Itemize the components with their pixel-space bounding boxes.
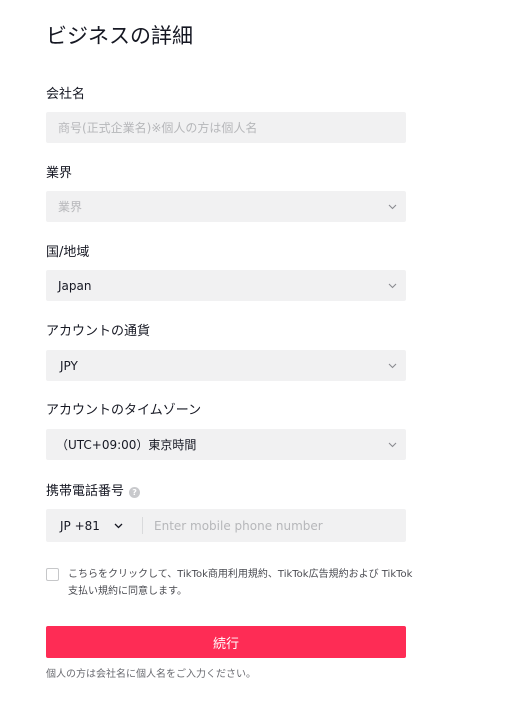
chevron-down-icon: [378, 270, 406, 301]
country-select[interactable]: Japan: [46, 270, 406, 301]
chevron-down-icon: [378, 350, 406, 381]
company-name-input[interactable]: [46, 112, 406, 143]
company-name-label: 会社名: [46, 87, 86, 102]
industry-select-placeholder: 業界: [58, 200, 83, 214]
country-code-select[interactable]: JP +81: [46, 509, 142, 542]
chevron-down-icon: [378, 429, 406, 460]
chevron-down-icon: [378, 191, 406, 222]
question-circle-icon[interactable]: ?: [129, 486, 141, 498]
country-label: 国/地域: [46, 245, 90, 260]
company-name-field-wrapper: [46, 112, 406, 143]
phone-field: JP +81: [46, 509, 406, 542]
currency-label: アカウントの通貨: [46, 324, 151, 339]
footnote: 個人の方は会社名に個人名をご入力ください。: [46, 669, 256, 680]
page-title: ビジネスの詳細: [46, 24, 193, 48]
timezone-select[interactable]: （UTC+09:00）東京時間: [46, 429, 406, 460]
timezone-select-value: （UTC+09:00）東京時間: [56, 438, 197, 452]
country-select-value: Japan: [58, 278, 92, 293]
industry-select[interactable]: 業界: [46, 191, 406, 222]
terms-text: こちらをクリックして、TikTok商用利用規約、TikTok広告規約および Ti…: [68, 569, 413, 597]
terms-checkbox[interactable]: [46, 568, 59, 581]
phone-label-text: 携帯電話番号: [46, 484, 125, 499]
currency-select[interactable]: JPY: [46, 350, 406, 381]
industry-label: 業界: [46, 166, 73, 181]
country-code-value: JP +81: [60, 518, 100, 533]
phone-input-wrapper: [143, 509, 406, 542]
currency-select-value: JPY: [60, 358, 78, 373]
chevron-down-icon: [114, 523, 123, 529]
continue-button[interactable]: 続行: [46, 626, 406, 658]
phone-label: 携帯電話番号 ?: [46, 483, 141, 501]
phone-number-input[interactable]: [143, 509, 406, 542]
timezone-label: アカウントのタイムゾーン: [46, 403, 202, 418]
